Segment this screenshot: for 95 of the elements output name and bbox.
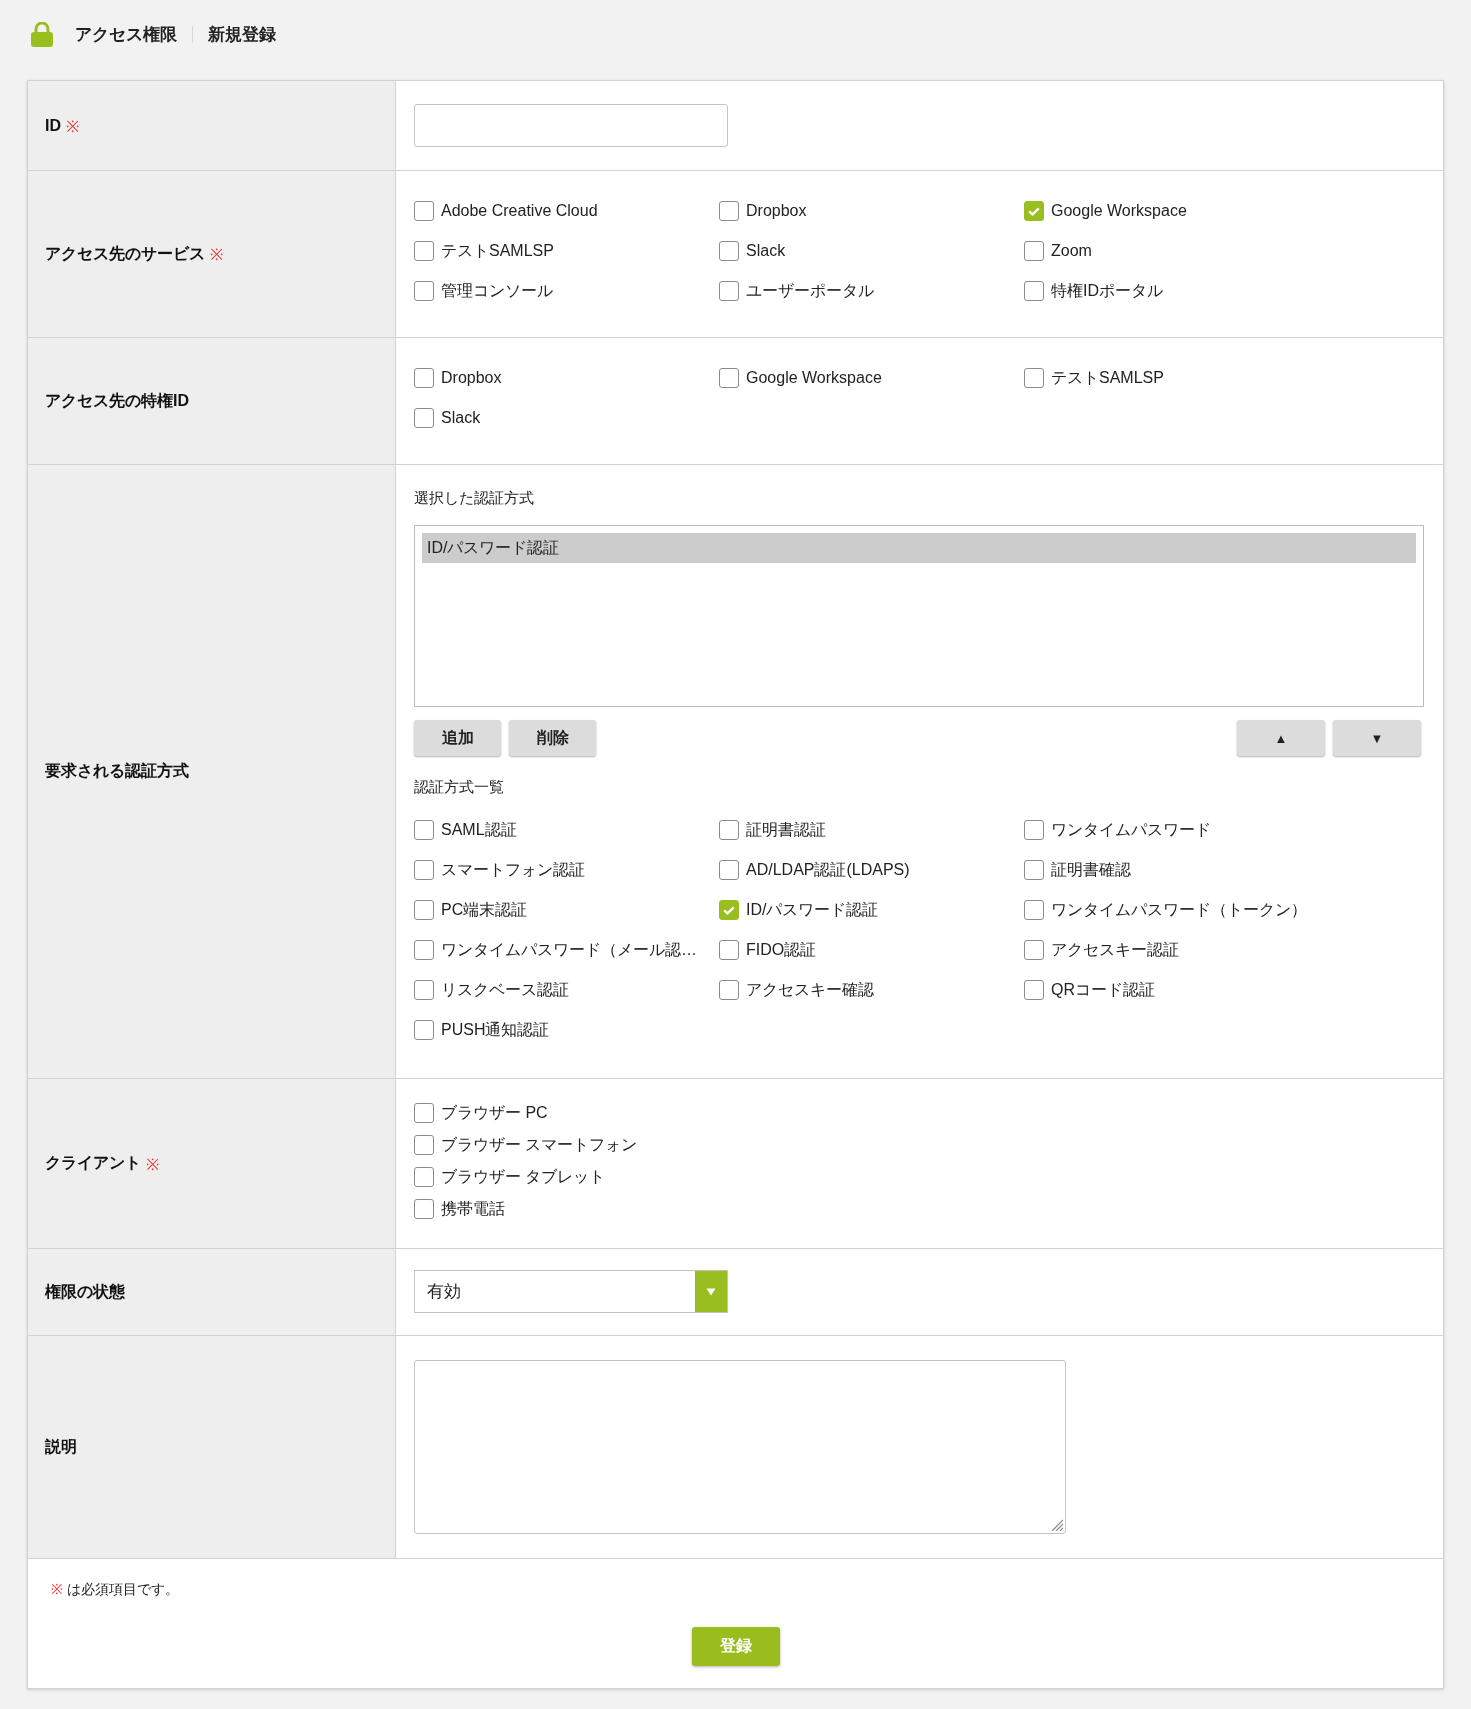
checkbox[interactable] [1024,820,1044,840]
checkbox[interactable] [414,1199,434,1219]
checkbox[interactable] [414,900,434,920]
checkbox[interactable] [719,900,739,920]
page-subtitle: 新規登録 [208,23,276,46]
option-label[interactable]: 管理コンソール [441,280,553,302]
field-label: 権限の状態 [45,1281,125,1302]
checkbox[interactable] [414,201,434,221]
checkbox[interactable] [414,241,434,261]
option-label[interactable]: SAML認証 [441,819,517,841]
option-label[interactable]: ブラウザー スマートフォン [441,1134,638,1156]
field-label: クライアント [45,1153,141,1173]
checkbox[interactable] [414,940,434,960]
required-mark: ※ [210,245,223,265]
checkbox[interactable] [414,820,434,840]
option-label[interactable]: ワンタイムパスワード [1051,819,1211,841]
section-heading: 認証方式一覧 [414,777,505,797]
option-label[interactable]: 証明書確認 [1051,859,1131,881]
checkbox[interactable] [719,281,739,301]
required-mark: ※ [51,1580,63,1599]
option-label[interactable]: ワンタイムパスワード（メール認… [441,939,697,961]
field-label: アクセス先の特権ID [45,390,189,411]
move-up-button[interactable]: ▲ [1237,720,1325,756]
checkbox[interactable] [719,368,739,388]
checkbox[interactable] [719,201,739,221]
option-label[interactable]: Zoom [1051,242,1092,260]
checkbox[interactable] [1024,900,1044,920]
checkbox[interactable] [414,1167,434,1187]
required-mark: ※ [146,1154,159,1175]
field-label: 説明 [45,1436,77,1457]
checkbox[interactable] [719,820,739,840]
field-label: 要求される認証方式 [45,761,189,781]
option-label[interactable]: テストSAMLSP [1051,367,1164,389]
checkbox[interactable] [719,860,739,880]
checkbox[interactable] [1024,980,1044,1000]
checkbox[interactable] [414,408,434,428]
lock-icon [31,21,53,47]
option-label[interactable]: FIDO認証 [746,939,817,961]
move-down-button[interactable]: ▼ [1333,720,1421,756]
option-label[interactable]: アクセスキー確認 [746,979,874,1001]
checkbox[interactable] [719,940,739,960]
option-label[interactable]: ブラウザー PC [441,1102,548,1124]
required-mark: ※ [66,116,79,137]
option-label[interactable]: リスクベース認証 [441,979,569,1001]
description-field[interactable] [414,1360,1066,1534]
checkbox[interactable] [719,980,739,1000]
id-field[interactable] [414,104,728,147]
option-label[interactable]: 証明書認証 [746,819,826,841]
option-label[interactable]: Dropbox [746,202,807,220]
option-label[interactable]: スマートフォン認証 [441,859,585,881]
status-select[interactable]: 有効 [414,1270,728,1313]
checkbox[interactable] [1024,940,1044,960]
checkbox[interactable] [414,1020,434,1040]
option-label[interactable]: テストSAMLSP [441,240,554,262]
option-label[interactable]: ブラウザー タブレット [441,1166,606,1188]
option-label[interactable]: Dropbox [441,369,502,387]
resize-grip-icon[interactable] [1051,1519,1063,1531]
option-label[interactable]: ユーザーポータル [746,280,874,302]
option-label[interactable]: PC端末認証 [441,899,528,921]
selected-methods-list[interactable]: ID/パスワード認証 [414,525,1424,707]
note-text: は必須項目です。 [67,1580,179,1599]
checkbox[interactable] [414,980,434,1000]
option-label[interactable]: アクセスキー認証 [1051,939,1179,961]
option-label[interactable]: Google Workspace [1051,202,1187,220]
check-icon [723,905,735,915]
option-label[interactable]: 特権IDポータル [1051,280,1163,302]
page-title: アクセス権限 [75,23,177,46]
checkbox[interactable] [414,1103,434,1123]
checkbox[interactable] [414,1135,434,1155]
section-heading: 選択した認証方式 [414,488,535,508]
checkbox[interactable] [1024,241,1044,261]
option-label[interactable]: Slack [441,409,481,427]
checkbox[interactable] [414,368,434,388]
list-item[interactable]: ID/パスワード認証 [422,533,1416,563]
check-icon [1028,206,1040,216]
delete-button[interactable]: 削除 [509,720,596,756]
option-label[interactable]: ワンタイムパスワード（トークン） [1051,899,1307,921]
field-label: ID [45,116,61,135]
option-label[interactable]: AD/LDAP認証(LDAPS) [746,859,910,881]
option-label[interactable]: Adobe Creative Cloud [441,202,598,220]
checkbox[interactable] [1024,368,1044,388]
option-label[interactable]: QRコード認証 [1051,979,1155,1001]
checkbox[interactable] [414,860,434,880]
add-button[interactable]: 追加 [414,720,501,756]
checkbox[interactable] [414,281,434,301]
option-label[interactable]: Google Workspace [746,369,882,387]
checkbox[interactable] [1024,201,1044,221]
checkbox[interactable] [719,241,739,261]
checkbox[interactable] [1024,281,1044,301]
option-label[interactable]: Slack [746,242,786,260]
option-label[interactable]: ID/パスワード認証 [746,899,879,921]
field-label: アクセス先のサービス [45,243,205,264]
checkbox[interactable] [1024,860,1044,880]
option-label[interactable]: PUSH通知認証 [441,1019,550,1041]
option-label[interactable]: 携帯電話 [441,1198,505,1220]
